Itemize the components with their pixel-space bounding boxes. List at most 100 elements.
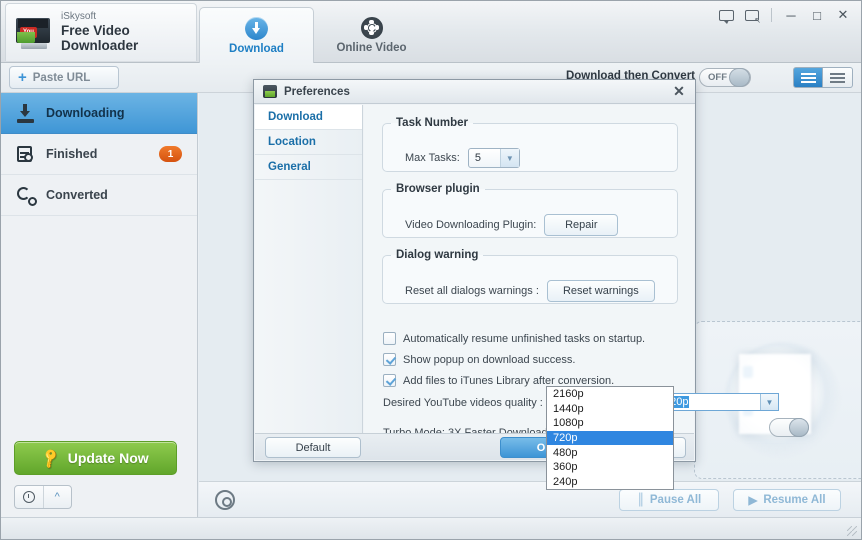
checkbox-show-popup[interactable]: Show popup on download success. [383,353,575,366]
dropdown-option-480p[interactable]: 480p [547,445,673,460]
clock-icon [22,491,35,503]
turbo-mode-toggle[interactable] [769,418,809,437]
max-tasks-row: Max Tasks: 5 ▼ [405,148,520,168]
browser-plugin-legend: Browser plugin [396,183,480,195]
dialog-nav-download[interactable]: Download [255,105,362,130]
tab-download[interactable]: Download [199,7,314,63]
feedback-icon [745,9,761,25]
browser-plugin-group: Browser plugin Video Downloading Plugin:… [382,183,678,238]
detail-view-icon [830,72,845,83]
paste-url-label: Paste URL [32,71,91,84]
history-button[interactable] [15,486,44,508]
dropdown-option-1440p[interactable]: 1440p [547,402,673,417]
resize-grip[interactable] [847,526,857,536]
update-now-label: Update Now [67,450,149,466]
max-tasks-value: 5 [474,152,481,164]
max-tasks-label: Max Tasks: [405,152,460,164]
pause-all-label: Pause All [649,494,702,506]
pause-all-button[interactable]: ║ Pause All [619,489,719,511]
quality-select[interactable]: 720p ▼ [659,393,779,411]
quality-label: Desired YouTube videos quality : [383,397,543,409]
update-now-button[interactable]: 🔑 Update Now [14,441,177,475]
checkbox-show-popup-label: Show popup on download success. [403,353,576,366]
close-button[interactable]: ✕ [831,5,855,25]
sidebar-item-converted-label: Converted [46,188,108,202]
reset-warnings-label: Reset all dialogs warnings : [405,285,539,297]
brand-product: Free Video Downloader [61,22,139,54]
dialog-nav: Download Location General [255,105,363,435]
download-then-convert-toggle[interactable]: OFF [699,68,751,87]
plugin-row: Video Downloading Plugin: Repair [405,214,619,236]
dropdown-option-2160p[interactable]: 2160p [547,387,673,402]
list-view-icon [800,72,816,83]
maximize-button[interactable]: □ [805,5,829,25]
chat-button[interactable] [714,5,738,25]
reset-warnings-row: Reset all dialogs warnings : Reset warni… [405,280,655,302]
sidebar-item-downloading[interactable]: Downloading [1,93,197,134]
brand-logo-panel: You iSkysoft Free Video Downloader [5,3,197,61]
dropdown-option-360p[interactable]: 360p [547,460,673,475]
view-mode-buttons [793,67,853,88]
status-bar [1,517,861,539]
chat-icon [718,9,734,24]
status-badge: 1 [159,146,182,162]
minimize-button[interactable]: ─ [779,5,803,25]
key-icon: 🔑 [39,446,63,470]
task-number-group: Task Number Max Tasks: 5 ▼ [382,117,678,172]
film-reel-icon [360,16,383,39]
resume-all-button[interactable]: ▶ Resume All [733,489,841,511]
converted-refresh-icon [17,186,37,206]
main-tabs: Download Online Video [199,7,429,63]
checkbox-checked-icon [383,374,396,387]
chevron-down-icon: ▼ [499,149,519,167]
detail-view-button[interactable] [823,67,853,88]
list-view-button[interactable] [793,67,823,88]
title-bar: You iSkysoft Free Video Downloader Downl… [1,1,861,63]
paste-url-button[interactable]: + Paste URL [9,66,119,89]
history-toolbar: ^ [14,485,72,509]
dropdown-option-1080p[interactable]: 1080p [547,416,673,431]
checkbox-auto-resume-label: Automatically resume unfinished tasks on… [403,332,646,345]
dropdown-option-240p[interactable]: 240p [547,475,673,490]
sidebar-item-finished[interactable]: Finished 1 [1,134,197,175]
sidebar-item-finished-label: Finished [46,147,98,161]
download-tray-icon [17,103,36,123]
app-small-logo-icon [263,85,277,98]
resume-all-label: Resume All [763,494,826,506]
checkbox-auto-resume[interactable]: Automatically resume unfinished tasks on… [383,332,645,345]
dialog-close-button[interactable]: ✕ [670,82,688,100]
play-icon: ▶ [748,495,758,507]
finished-clock-icon [17,145,36,164]
divider [771,8,772,22]
sidebar-item-converted[interactable]: Converted [1,175,197,216]
tab-download-label: Download [229,42,284,55]
dialog-nav-location[interactable]: Location [255,130,362,155]
plugin-label: Video Downloading Plugin: [405,219,537,231]
toggle-state-label: OFF [708,72,727,83]
download-circle-icon [245,16,268,40]
dialog-warning-legend: Dialog warning [396,249,479,261]
pause-icon: ║ [636,494,645,506]
sidebar: Downloading Finished 1 Converted 🔑 Updat… [1,93,198,517]
max-tasks-select[interactable]: 5 ▼ [467,148,520,168]
quality-dropdown-list[interactable]: 2160p 1440p 1080p 720p 480p 360p 240p [546,386,674,491]
checkbox-itunes-label: Add files to iTunes Library after conver… [403,374,615,387]
dropdown-option-720p[interactable]: 720p [547,430,673,446]
dialog-title: Preferences [284,85,350,98]
toggle-knob [789,418,809,437]
window-controls: ─ □ ✕ [714,5,855,25]
checkbox-icon [383,332,396,345]
brand-vendor: iSkysoft [61,11,97,23]
chevron-up-icon: ^ [54,491,60,503]
tab-online-video[interactable]: Online Video [314,7,429,63]
feedback-button[interactable] [740,5,764,25]
gear-icon[interactable] [215,490,235,510]
repair-button[interactable]: Repair [544,214,619,236]
dialog-warning-group: Dialog warning Reset all dialogs warning… [382,249,678,304]
dialog-nav-general[interactable]: General [255,155,362,180]
collapse-button[interactable]: ^ [44,486,72,508]
checkbox-checked-icon [383,353,396,366]
reset-warnings-button[interactable]: Reset warnings [546,280,655,302]
chevron-down-icon: ▼ [760,394,778,410]
default-button[interactable]: Default [265,437,361,458]
